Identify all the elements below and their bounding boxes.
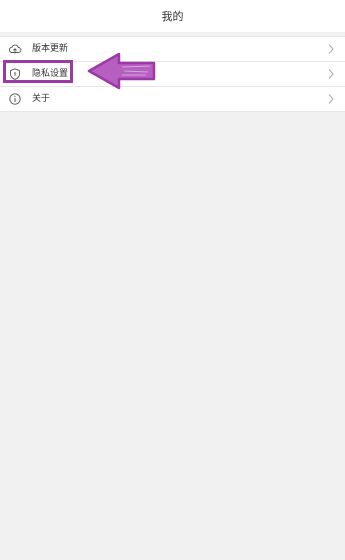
profile-page: 我的 版本更新 隐私设置 关于 [0, 0, 345, 560]
top-bar: 我的 [0, 0, 345, 32]
chevron-right-icon [328, 44, 334, 54]
chevron-right-icon [328, 69, 334, 79]
arrow-left-icon [87, 52, 156, 90]
highlight-box [3, 60, 73, 83]
menu-item-label: 版本更新 [32, 44, 69, 54]
menu-item-about[interactable]: 关于 [0, 87, 345, 112]
info-circle-icon [9, 93, 21, 105]
menu-item-label: 关于 [32, 94, 51, 104]
cloud-upload-icon [9, 44, 22, 54]
page-title: 我的 [161, 10, 184, 23]
chevron-right-icon [328, 94, 334, 104]
menu-item-version-update[interactable]: 版本更新 [0, 37, 345, 62]
